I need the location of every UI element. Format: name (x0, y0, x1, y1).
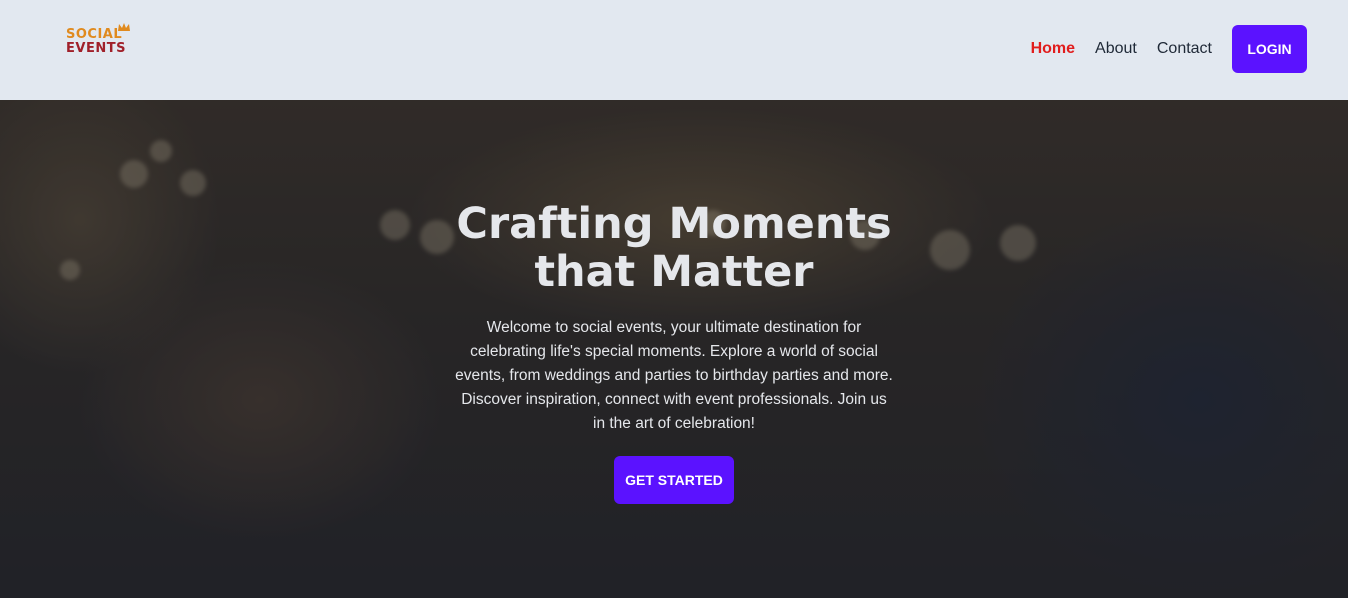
hero-description: Welcome to social events, your ultimate … (455, 319, 893, 432)
nav-link-home[interactable]: Home (1031, 40, 1075, 58)
login-button[interactable]: LOGIN (1232, 25, 1307, 73)
nav-link-about[interactable]: About (1095, 40, 1137, 58)
nav-link-contact[interactable]: Contact (1157, 40, 1212, 58)
brand-logo[interactable]: SOCIAL EVENTS (66, 23, 138, 62)
logo-text-events: EVENTS (66, 41, 126, 56)
hero-section: Crafting Moments that Matter Welcome to … (0, 100, 1348, 598)
crown-icon (118, 23, 130, 31)
main-nav: Home About Contact LOGIN (1031, 25, 1307, 73)
get-started-button[interactable]: GET STARTED (614, 456, 734, 504)
hero-title: Crafting Moments that Matter (456, 199, 892, 297)
hero-content: Crafting Moments that Matter Welcome to … (424, 200, 924, 504)
navbar: SOCIAL EVENTS Home About Contact LOGIN (0, 0, 1348, 100)
